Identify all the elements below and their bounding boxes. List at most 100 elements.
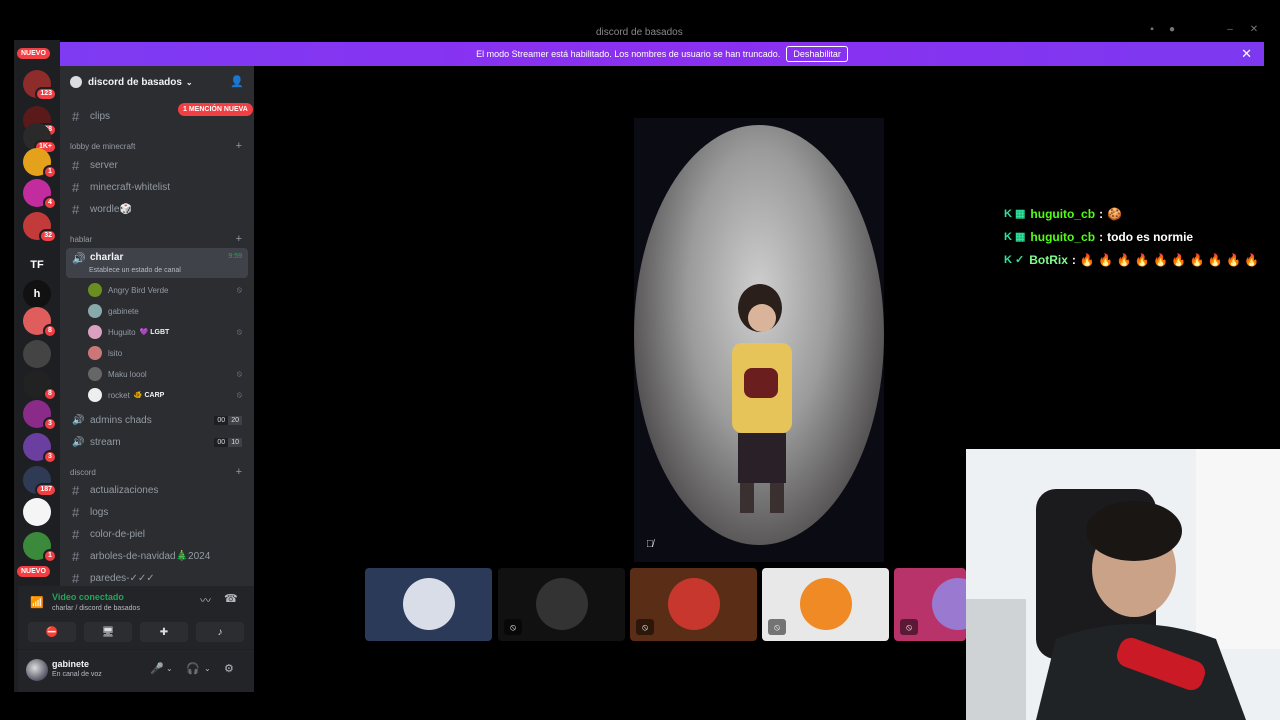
channel-minecraft-whitelist[interactable]: # minecraft-whitelist: [66, 177, 248, 197]
hash-icon: #: [72, 201, 80, 217]
server-icon[interactable]: 1: [23, 148, 57, 179]
voice-user[interactable]: Huguito 💜 LGBT ⦸: [88, 323, 248, 341]
server-icon[interactable]: h: [23, 280, 51, 308]
speaker-icon: 🔊: [72, 436, 85, 448]
avatar[interactable]: [26, 659, 48, 681]
chat-message: K ✓ BotRix: 🔥 🔥 🔥 🔥 🔥 🔥 🔥 🔥 🔥 🔥: [1004, 248, 1280, 271]
window-titlebar: discord de basados ▪ ● – ✕: [0, 0, 1280, 40]
server-icon[interactable]: 8: [23, 370, 57, 401]
server-icon[interactable]: TF: [23, 251, 51, 279]
camera-toggle-button[interactable]: ⛔: [28, 622, 76, 642]
channel-label: stream: [90, 436, 121, 448]
disable-streamer-button[interactable]: Deshabilitar: [786, 46, 848, 62]
connection-signal-icon[interactable]: 📶: [30, 596, 44, 609]
server-icon[interactable]: 3: [23, 433, 57, 464]
channel-arboles-de-navidad[interactable]: # arboles-de-navidad🎄2024: [66, 546, 248, 566]
voice-user[interactable]: Maku loool ⦸: [88, 365, 248, 383]
chevron-down-icon[interactable]: ⌄: [204, 664, 211, 673]
voice-user[interactable]: lsito: [88, 344, 248, 362]
user-panel: gabinete En canal de voz 🎤 ⌄ 🎧 ⌄ ⚙: [18, 650, 254, 692]
chat-text: 🍪: [1107, 206, 1123, 221]
microphone-icon[interactable]: 🎤: [150, 662, 164, 675]
window-menu-icon[interactable]: ▪: [1146, 25, 1158, 35]
category-hablar[interactable]: hablar: [70, 235, 92, 244]
server-icon[interactable]: 32: [23, 212, 57, 243]
soundboard-button[interactable]: ♪: [196, 622, 244, 642]
channel-label: charlar: [90, 252, 124, 263]
invite-people-icon[interactable]: 👤: [230, 75, 244, 88]
server-icon[interactable]: 8: [23, 307, 57, 338]
voice-channel-admins-chads[interactable]: 🔊 admins chads 00 20: [66, 410, 248, 430]
headphones-icon[interactable]: 🎧: [186, 662, 200, 675]
hash-icon: #: [72, 504, 80, 520]
add-channel-icon[interactable]: +: [236, 140, 242, 152]
window-minimize-icon[interactable]: –: [1224, 25, 1236, 35]
guild-header[interactable]: discord de basados ⌄ 👤: [60, 66, 254, 98]
participant-tile[interactable]: ⦸: [630, 568, 757, 641]
user-name[interactable]: gabinete: [52, 659, 89, 669]
server-icon[interactable]: 3: [23, 400, 57, 431]
new-pill: NUEVO: [17, 566, 50, 577]
server-icon[interactable]: [23, 498, 51, 526]
avatar: [88, 325, 102, 339]
avatar: [88, 346, 102, 360]
hash-icon: #: [72, 548, 80, 564]
notification-badge: 3: [43, 417, 57, 431]
badge-icon: K ✓: [1004, 254, 1025, 266]
channel-server[interactable]: # server: [66, 155, 248, 175]
server-icon[interactable]: [23, 340, 51, 368]
window-help-icon[interactable]: ●: [1166, 25, 1178, 35]
chat-separator: :: [1099, 206, 1104, 221]
chat-text: 🔥 🔥 🔥 🔥 🔥 🔥 🔥 🔥 🔥 🔥: [1079, 252, 1260, 267]
avatar: [932, 578, 966, 630]
voice-user[interactable]: gabinete: [88, 302, 248, 320]
voice-channel-stream[interactable]: 🔊 stream 00 10: [66, 432, 248, 452]
avatar: [88, 304, 102, 318]
participant-tile[interactable]: ⦸: [498, 568, 625, 641]
noise-suppression-icon[interactable]: 〰: [200, 592, 211, 608]
new-pill: NUEVO: [17, 48, 50, 59]
voice-channel-charlar[interactable]: 🔊 charlar 9:59 Establece un estado de ca…: [66, 248, 248, 278]
muted-mic-icon: 🎙̸: [646, 539, 654, 550]
voice-user[interactable]: Angry Bird Verde ⦸: [88, 281, 248, 299]
server-icon[interactable]: 1K+: [23, 123, 57, 154]
voice-location[interactable]: charlar / discord de basados: [52, 605, 140, 612]
window-close-icon[interactable]: ✕: [1248, 25, 1260, 35]
hash-icon: #: [72, 179, 80, 195]
server-icon[interactable]: 1: [23, 532, 57, 563]
channel-actualizaciones[interactable]: # actualizaciones: [66, 480, 248, 500]
badge-icon: K ▦: [1004, 231, 1026, 243]
settings-gear-icon[interactable]: ⚙: [224, 662, 234, 675]
participant-tile[interactable]: ⦸: [762, 568, 889, 641]
channel-logs[interactable]: # logs: [66, 502, 248, 522]
channel-paredes[interactable]: # paredes-✓✓✓: [66, 568, 248, 588]
disconnect-icon[interactable]: ☎: [224, 592, 238, 605]
server-icon[interactable]: 123: [23, 70, 57, 101]
voice-user[interactable]: rocket 🐠 CARP ⦸: [88, 386, 248, 404]
channel-color-de-piel[interactable]: # color-de-piel: [66, 524, 248, 544]
activities-button[interactable]: ✚: [140, 622, 188, 642]
speaker-icon: 🔊: [72, 414, 85, 426]
server-icon[interactable]: 4: [23, 179, 57, 210]
focused-video[interactable]: 🎙̸: [634, 118, 884, 562]
voice-status[interactable]: Video conectado: [52, 592, 124, 602]
participant-tile[interactable]: ⦸: [894, 568, 966, 641]
voice-user-name: rocket: [108, 390, 130, 400]
chat-username: huguito_cb: [1030, 206, 1096, 221]
category-discord[interactable]: discord: [70, 468, 96, 477]
notification-badge: 4: [43, 196, 57, 210]
channel-wordle[interactable]: # wordle🎲: [66, 199, 248, 219]
new-mention-pill[interactable]: 1 MENCIÓN NUEVA: [178, 103, 253, 116]
participant-tile[interactable]: [365, 568, 492, 641]
speaker-icon: 🔊: [72, 253, 86, 265]
hash-icon: #: [72, 570, 80, 586]
screen-share-button[interactable]: 🖥: [84, 622, 132, 642]
add-channel-icon[interactable]: +: [236, 233, 242, 245]
channel-status-prompt[interactable]: Establece un estado de canal: [89, 267, 181, 274]
add-channel-icon[interactable]: +: [236, 466, 242, 478]
chevron-down-icon[interactable]: ⌄: [166, 664, 173, 673]
close-icon[interactable]: ✕: [1241, 47, 1252, 60]
soundboard-icon: ♪: [217, 626, 223, 638]
category-lobby-minecraft[interactable]: lobby de minecraft: [70, 142, 135, 151]
server-icon[interactable]: 187: [23, 466, 57, 497]
